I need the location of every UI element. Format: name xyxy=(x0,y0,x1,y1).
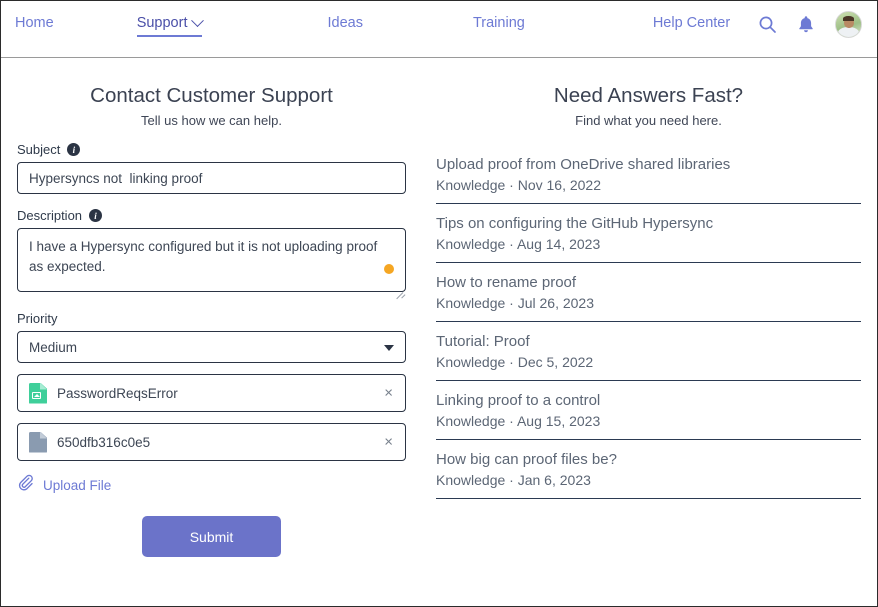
article-title: Linking proof to a control xyxy=(436,392,601,409)
top-navbar: Home Support Ideas Training Help Center xyxy=(1,1,877,58)
article-title: Tutorial: Proof xyxy=(436,333,530,350)
description-textarea[interactable] xyxy=(17,228,406,292)
main-content: Contact Customer Support Tell us how we … xyxy=(1,58,877,606)
article-item[interactable]: Tips on configuring the GitHub Hypersync… xyxy=(436,204,861,263)
description-field: Description i xyxy=(17,208,406,300)
article-item[interactable]: Linking proof to a control Knowledge · Au… xyxy=(436,381,861,440)
article-meta: Knowledge · Nov 16, 2022 xyxy=(436,177,601,193)
submit-row: Submit xyxy=(17,516,406,557)
subject-label: Subject xyxy=(17,142,61,157)
article-item[interactable]: Upload proof from OneDrive shared librar… xyxy=(436,146,861,204)
help-panel: Need Answers Fast? Find what you need he… xyxy=(422,58,877,606)
attachment-item: 650dfb316c0e5 × xyxy=(17,423,406,461)
attachment-item: PasswordReqsError × xyxy=(17,374,406,412)
attention-dot-icon xyxy=(384,264,394,274)
upload-file-label: Upload File xyxy=(43,477,112,493)
active-tab-underline xyxy=(136,35,203,37)
priority-label: Priority xyxy=(17,311,58,326)
search-icon[interactable] xyxy=(758,15,777,34)
subject-input[interactable] xyxy=(17,162,406,194)
article-meta: Knowledge · Jan 6, 2023 xyxy=(436,472,591,488)
chevron-down-icon xyxy=(191,13,205,27)
nav-actions xyxy=(758,11,862,38)
article-meta: Knowledge · Dec 5, 2022 xyxy=(436,354,594,370)
subject-label-row: Subject i xyxy=(17,142,406,157)
priority-select[interactable]: Medium xyxy=(17,331,406,363)
priority-select-wrap: Medium xyxy=(17,331,406,363)
attachment-name: PasswordReqsError xyxy=(57,385,178,401)
help-title: Need Answers Fast? xyxy=(553,84,744,107)
remove-attachment-icon[interactable]: × xyxy=(384,386,393,401)
nav-item-label: Support xyxy=(136,15,188,31)
article-item[interactable]: How big can proof files be? Knowledge · J… xyxy=(436,440,861,499)
generic-file-icon xyxy=(29,431,47,453)
bell-icon[interactable] xyxy=(797,15,815,34)
description-textarea-wrap xyxy=(17,228,406,300)
nav-item-ideas[interactable]: Ideas xyxy=(327,1,362,31)
article-meta: Knowledge · Aug 14, 2023 xyxy=(436,236,601,252)
article-meta: Knowledge · Jul 26, 2023 xyxy=(436,295,594,311)
article-list: Upload proof from OneDrive shared librar… xyxy=(436,146,861,499)
paperclip-icon xyxy=(17,474,34,496)
subject-field: Subject i xyxy=(17,142,406,194)
submit-button[interactable]: Submit xyxy=(142,516,281,557)
nav-item-label: Training xyxy=(472,15,525,31)
resize-handle-icon[interactable] xyxy=(394,285,406,300)
priority-field: Priority Medium xyxy=(17,311,406,363)
remove-attachment-icon[interactable]: × xyxy=(384,435,393,450)
article-title: How to rename proof xyxy=(436,274,577,291)
description-label-row: Description i xyxy=(17,208,406,223)
attachment-list: PasswordReqsError × 650dfb316c0e5 × xyxy=(17,374,406,461)
primary-nav: Home Support Ideas Training Help Center xyxy=(1,1,730,58)
nav-item-help-center[interactable]: Help Center xyxy=(653,1,730,31)
nav-item-home[interactable]: Home xyxy=(15,1,54,31)
article-item[interactable]: How to rename proof Knowledge · Jul 26, 2… xyxy=(436,263,861,322)
page-subtitle: Tell us how we can help. xyxy=(141,113,282,128)
article-meta: Knowledge · Aug 15, 2023 xyxy=(436,413,601,429)
info-icon[interactable]: i xyxy=(67,143,81,156)
attachment-name: 650dfb316c0e5 xyxy=(57,434,151,450)
upload-file-button[interactable]: Upload File xyxy=(17,474,111,496)
nav-item-label: Home xyxy=(15,15,54,31)
nav-item-training[interactable]: Training xyxy=(473,1,525,31)
article-title: How big can proof files be? xyxy=(436,451,617,468)
nav-item-label: Ideas xyxy=(327,15,363,31)
info-icon[interactable]: i xyxy=(89,209,103,222)
help-subtitle: Find what you need here. xyxy=(575,113,722,128)
image-file-icon xyxy=(29,382,47,404)
article-title: Upload proof from OneDrive shared librar… xyxy=(436,156,731,173)
page-title: Contact Customer Support xyxy=(90,84,333,107)
contact-form-panel: Contact Customer Support Tell us how we … xyxy=(1,58,422,606)
priority-selected-value: Medium xyxy=(29,339,78,355)
article-item[interactable]: Tutorial: Proof Knowledge · Dec 5, 2022 xyxy=(436,322,861,381)
priority-label-row: Priority xyxy=(17,311,406,326)
article-title: Tips on configuring the GitHub Hypersync xyxy=(436,215,714,232)
description-label: Description xyxy=(17,208,83,223)
avatar[interactable] xyxy=(835,11,862,38)
nav-item-label: Help Center xyxy=(652,15,731,31)
support-page: Home Support Ideas Training Help Center xyxy=(0,0,878,607)
nav-item-support[interactable]: Support xyxy=(136,1,205,37)
